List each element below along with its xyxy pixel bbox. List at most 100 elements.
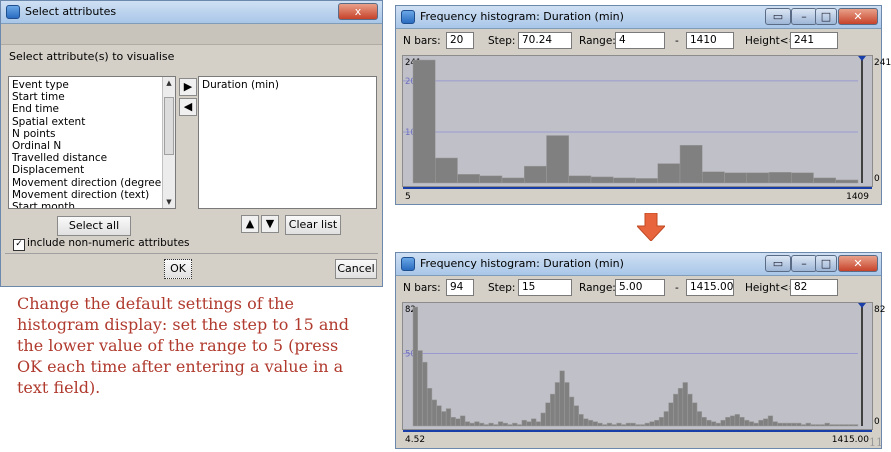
histogram-bar[interactable] [734,414,740,427]
histogram-bar[interactable] [526,421,532,427]
available-attributes-list[interactable]: Event type Start time End time Spatial exte… [8,76,176,209]
histogram-bar[interactable] [791,172,814,184]
histogram-bar[interactable] [679,144,703,184]
histogram-bar[interactable] [813,177,836,184]
histogram-bar[interactable] [545,402,551,427]
histogram-bar[interactable] [426,388,433,427]
nbars-input[interactable]: 20 [446,32,474,49]
attribute-list-item[interactable]: Start month [9,201,175,208]
histogram-bar[interactable] [782,422,788,427]
histogram-bar[interactable] [848,424,854,427]
histogram-bar[interactable] [767,415,774,427]
include-nonnumeric-checkbox[interactable]: ✓ [13,239,25,251]
histogram-bar[interactable] [531,418,537,427]
histogram-bar[interactable] [791,422,797,427]
histogram-bar[interactable] [763,418,769,427]
attribute-list-item[interactable]: Ordinal N [9,140,175,152]
histogram-bar[interactable] [436,405,442,427]
histogram-bar[interactable] [701,417,707,427]
attribute-list-item[interactable]: Event type [9,79,175,91]
histogram-bar[interactable] [583,418,589,427]
histogram-bar[interactable] [435,157,458,184]
histogram-bar[interactable] [613,177,636,184]
histogram-bar[interactable] [657,163,681,184]
histogram-bar[interactable] [483,424,489,427]
histogram-bar[interactable] [702,171,725,184]
nbars-input[interactable]: 94 [446,279,474,296]
histogram-bar[interactable] [724,172,747,184]
minimize-icon[interactable]: – [791,8,817,25]
select-all-button[interactable]: Select all [57,216,131,236]
dialog-titlebar[interactable]: Select attributes x [1,1,382,24]
histogram-bar[interactable] [720,419,726,427]
histogram-bar[interactable] [524,165,547,184]
step-input[interactable]: 70.24 [518,32,572,49]
histogram-bar[interactable] [573,405,579,427]
histogram-bar[interactable] [687,393,693,427]
histogram2-plot[interactable]: 82 50 82 0 [402,302,885,432]
histogram-bar[interactable] [550,393,556,427]
attribute-list-item[interactable]: Spatial extent [9,116,175,128]
histogram-bar[interactable] [800,424,807,427]
attribute-list-item[interactable]: Start time [9,91,175,103]
remove-attribute-button[interactable]: ◀ [179,98,197,116]
histogram-bar[interactable] [507,424,513,427]
histogram-bar[interactable] [521,419,527,427]
histogram-bar[interactable] [710,421,717,427]
histogram-bar[interactable] [611,424,617,427]
histogram-bar[interactable] [654,419,660,427]
minimize-icon[interactable]: – [791,255,817,272]
histogram-bar[interactable] [501,177,525,184]
scroll-up-icon[interactable]: ▲ [163,77,175,89]
histogram-bar[interactable] [502,422,508,427]
histogram-bar[interactable] [564,382,570,427]
histogram-bar[interactable] [715,422,721,427]
histogram2-titlebar[interactable]: Frequency histogram: Duration (min) ▭ – … [396,253,881,276]
histogram-bar[interactable] [590,176,614,184]
histogram-bar[interactable] [649,421,655,427]
histogram-bar[interactable] [805,422,811,427]
histogram-bar[interactable] [843,424,849,427]
histogram-bar[interactable] [597,422,603,427]
histogram-bar[interactable] [739,417,745,427]
histogram-bar[interactable] [746,172,770,184]
range-to-input[interactable]: 1410 [686,32,734,49]
histogram-bar[interactable] [658,417,665,427]
histogram-bar[interactable] [677,388,684,427]
close-button[interactable]: x [338,3,378,20]
histogram-bar[interactable] [431,399,437,427]
histogram-bar[interactable] [450,417,456,427]
selected-attribute-item[interactable]: Duration (min) [199,79,376,91]
histogram-bar[interactable] [625,422,632,427]
histogram-bar[interactable] [512,422,518,427]
histogram-bar[interactable] [455,418,461,427]
restore-icon[interactable]: ▭ [765,8,791,25]
histogram-bar[interactable] [559,370,565,427]
histogram-bar[interactable] [758,419,764,427]
histogram-bar[interactable] [630,422,636,427]
range-to-input[interactable]: 1415.00 [686,279,734,296]
attribute-list-item[interactable]: Displacement [9,164,175,176]
attributes-scrollbar[interactable]: ▲ ▼ [162,77,175,208]
close-icon[interactable]: ✕ [838,255,878,272]
histogram-bar[interactable] [479,175,503,184]
scroll-thumb[interactable] [164,97,174,155]
histogram-bar[interactable] [644,422,650,427]
histogram-bar[interactable] [777,422,783,427]
histogram-bar[interactable] [592,421,598,427]
attribute-list-item[interactable]: Travelled distance [9,152,175,164]
range-from-input[interactable]: 5.00 [615,279,665,296]
histogram-bar[interactable] [853,424,859,427]
histogram-bar[interactable] [663,411,669,427]
histogram-bar[interactable] [729,415,736,427]
scroll-down-icon[interactable]: ▼ [163,196,175,208]
histogram1-plot[interactable]: 241200100 241 0 [402,55,891,189]
histogram1-titlebar[interactable]: Frequency histogram: Duration (min) ▭ – … [396,6,881,29]
histogram-bar[interactable] [606,422,613,427]
histogram-bar[interactable] [673,393,679,427]
histogram-bar[interactable] [838,424,845,427]
histogram-bar[interactable] [457,174,480,184]
histogram-bar[interactable] [772,421,778,427]
histogram-bar[interactable] [796,422,802,427]
attribute-list-item[interactable]: N points [9,128,175,140]
